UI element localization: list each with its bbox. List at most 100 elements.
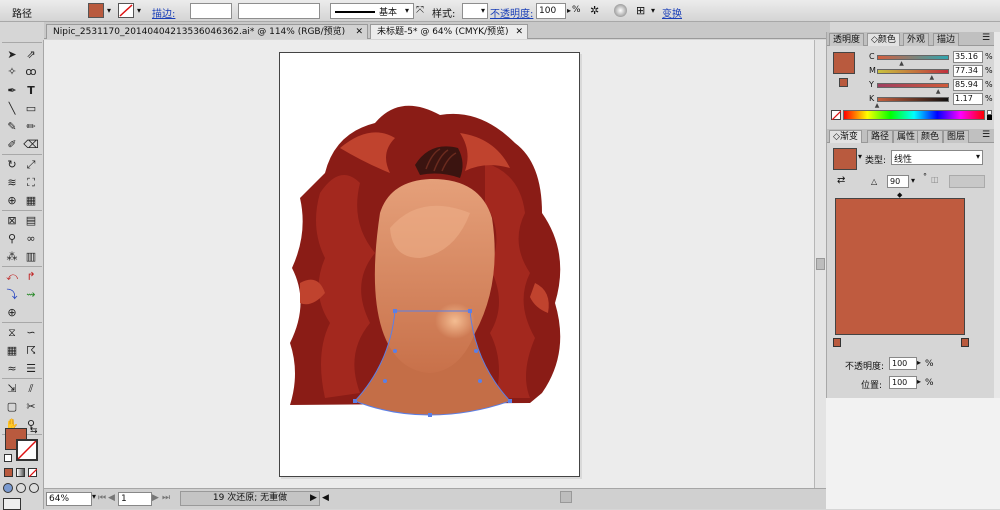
- transform-link[interactable]: 变换: [662, 5, 682, 20]
- slider-knob[interactable]: ▲: [875, 102, 880, 109]
- stop-opacity-input[interactable]: 100: [889, 357, 917, 370]
- align-dropdown[interactable]: ▾: [648, 3, 658, 19]
- fill-dropdown[interactable]: ▾: [104, 3, 114, 19]
- opacity-stepper-icon[interactable]: ▸: [917, 358, 921, 367]
- shape-builder-tool-icon[interactable]: ⊕: [3, 192, 21, 209]
- tab-attributes[interactable]: 属性: [893, 130, 920, 143]
- gradient-mode-icon[interactable]: [16, 468, 25, 477]
- slice-tool-icon[interactable]: ⇲: [3, 380, 21, 397]
- rectangle-tool-icon[interactable]: ▭: [22, 100, 40, 117]
- tab-color[interactable]: ◇颜色: [867, 33, 900, 46]
- swap-colors-icon[interactable]: ⇆: [30, 426, 38, 436]
- target-tool-icon[interactable]: ⊕: [3, 304, 21, 321]
- page-input[interactable]: 1: [118, 492, 152, 506]
- stop-location-input[interactable]: 100: [889, 376, 917, 389]
- path-smooth-tool-icon[interactable]: ⇝: [22, 286, 40, 303]
- zoom-dropdown-icon[interactable]: ▾: [92, 492, 96, 501]
- close-icon[interactable]: ✕: [515, 25, 523, 39]
- eraser-tool-icon[interactable]: ⌫: [22, 136, 40, 153]
- anchor-point[interactable]: [508, 399, 512, 403]
- pen-tool-icon[interactable]: ✒: [3, 82, 21, 99]
- draw-behind-icon[interactable]: [16, 483, 26, 493]
- stroke-weight-input[interactable]: [190, 3, 232, 19]
- black-swatch[interactable]: [987, 115, 992, 120]
- line-tool-icon[interactable]: ╲: [3, 100, 21, 117]
- anchor-point[interactable]: [468, 309, 472, 313]
- warp-tool-icon[interactable]: ≋: [3, 174, 21, 191]
- magenta-value[interactable]: 77.34: [953, 65, 983, 77]
- path-join-tool-icon[interactable]: ⤵: [3, 286, 21, 303]
- symbol-sprayer-tool-icon[interactable]: ⁂: [3, 248, 21, 265]
- gradient-stop-left[interactable]: [833, 338, 841, 347]
- anchor-convert-tool-icon[interactable]: ⤺: [3, 268, 21, 285]
- stroke-link[interactable]: 描边:: [152, 5, 175, 20]
- cyan-slider[interactable]: [877, 55, 949, 60]
- rotate-tool-icon[interactable]: ↻: [3, 156, 21, 173]
- style-dropdown[interactable]: ▾: [478, 3, 488, 19]
- stroke-color-swatch[interactable]: [16, 439, 38, 461]
- magic-wand-tool-icon[interactable]: ✧: [3, 63, 21, 80]
- direct-selection-tool-icon[interactable]: ⇗: [22, 46, 40, 63]
- envelope-tool-icon[interactable]: ⧖: [3, 324, 21, 341]
- draw-normal-icon[interactable]: [3, 483, 13, 493]
- zoom-select[interactable]: 64%: [46, 492, 92, 506]
- mesh-tool-icon[interactable]: ⊠: [3, 212, 21, 229]
- recolor-icon[interactable]: ✲: [590, 4, 599, 17]
- status-menu-icon[interactable]: ▶: [310, 493, 317, 503]
- handle-point[interactable]: [478, 379, 482, 383]
- scissors-tool-icon[interactable]: ✂: [22, 398, 40, 415]
- perspective-grid-tool-icon[interactable]: ▦: [22, 192, 40, 209]
- prev-page-icon[interactable]: ◀: [108, 493, 115, 503]
- align-icon[interactable]: ⊞: [636, 4, 645, 17]
- wave-tool-icon[interactable]: ∽: [22, 324, 40, 341]
- selection-tool-icon[interactable]: ➤: [3, 46, 21, 63]
- black-value[interactable]: 1.17: [953, 93, 983, 105]
- gradient-preview-dropdown[interactable]: ▾: [858, 152, 862, 161]
- expand-icon[interactable]: ⤧: [416, 5, 424, 16]
- artboard[interactable]: [279, 52, 580, 477]
- handle-point[interactable]: [383, 379, 387, 383]
- tab-path[interactable]: 路径: [867, 130, 894, 143]
- anchor-point[interactable]: [353, 399, 357, 403]
- last-page-icon[interactable]: ⏭: [162, 493, 170, 503]
- stroke-dropdown[interactable]: ▾: [134, 3, 144, 19]
- scroll-thumb[interactable]: [816, 258, 825, 270]
- zigzag-tool-icon[interactable]: ≈: [3, 360, 21, 377]
- gradient-preview-swatch[interactable]: [833, 148, 857, 170]
- anchor-point[interactable]: [428, 413, 432, 417]
- screen-mode-icon[interactable]: [3, 498, 21, 510]
- knife-tool-icon[interactable]: ⫽: [22, 380, 40, 397]
- portrait-illustration[interactable]: [280, 53, 579, 476]
- reverse-gradient-icon[interactable]: ⇄: [837, 175, 845, 186]
- angle-input[interactable]: 90: [887, 175, 909, 188]
- profile-dropdown[interactable]: ▾: [402, 3, 412, 19]
- black-slider[interactable]: [877, 97, 949, 102]
- hscroll-thumb[interactable]: [560, 491, 572, 503]
- free-transform-tool-icon[interactable]: ⛶: [22, 174, 40, 191]
- color-mode-icon[interactable]: [4, 468, 13, 477]
- lasso-tool-icon[interactable]: ꝏ: [22, 63, 40, 80]
- handle-point[interactable]: [474, 349, 478, 353]
- tab-colors[interactable]: 颜色: [917, 130, 944, 143]
- anchor-point[interactable]: [393, 309, 397, 313]
- gradient-type-select[interactable]: 线性 ▾: [891, 150, 983, 165]
- artboard-tool-icon[interactable]: ▢: [3, 398, 21, 415]
- yellow-value[interactable]: 85.94: [953, 79, 983, 91]
- handle-point[interactable]: [393, 349, 397, 353]
- eyedropper-tool-icon[interactable]: ⚲: [3, 230, 21, 247]
- draw-inside-icon[interactable]: [29, 483, 39, 493]
- gradient-slider-preview[interactable]: [835, 198, 965, 335]
- canvas-area[interactable]: [44, 40, 814, 488]
- scroll-left-icon[interactable]: ◀: [322, 493, 329, 503]
- curvature-tool-icon[interactable]: ↱: [22, 268, 40, 285]
- variable-width-select[interactable]: [238, 3, 320, 19]
- tab-nipic-document[interactable]: Nipic_2531170_20140404213536046362.ai* @…: [46, 24, 368, 39]
- tab-layers[interactable]: 图层: [943, 130, 970, 143]
- twirl-tool-icon[interactable]: ☈: [22, 342, 40, 359]
- cyan-value[interactable]: 35.16: [953, 51, 983, 63]
- paintbrush-tool-icon[interactable]: ✎: [3, 118, 21, 135]
- tab-transparency[interactable]: 透明度: [829, 33, 865, 46]
- tab-untitled-5[interactable]: 未标题-5* @ 64% (CMYK/预览) ✕: [370, 24, 528, 39]
- location-stepper-icon[interactable]: ▸: [917, 377, 921, 386]
- align-tool-icon[interactable]: ☰: [22, 360, 40, 377]
